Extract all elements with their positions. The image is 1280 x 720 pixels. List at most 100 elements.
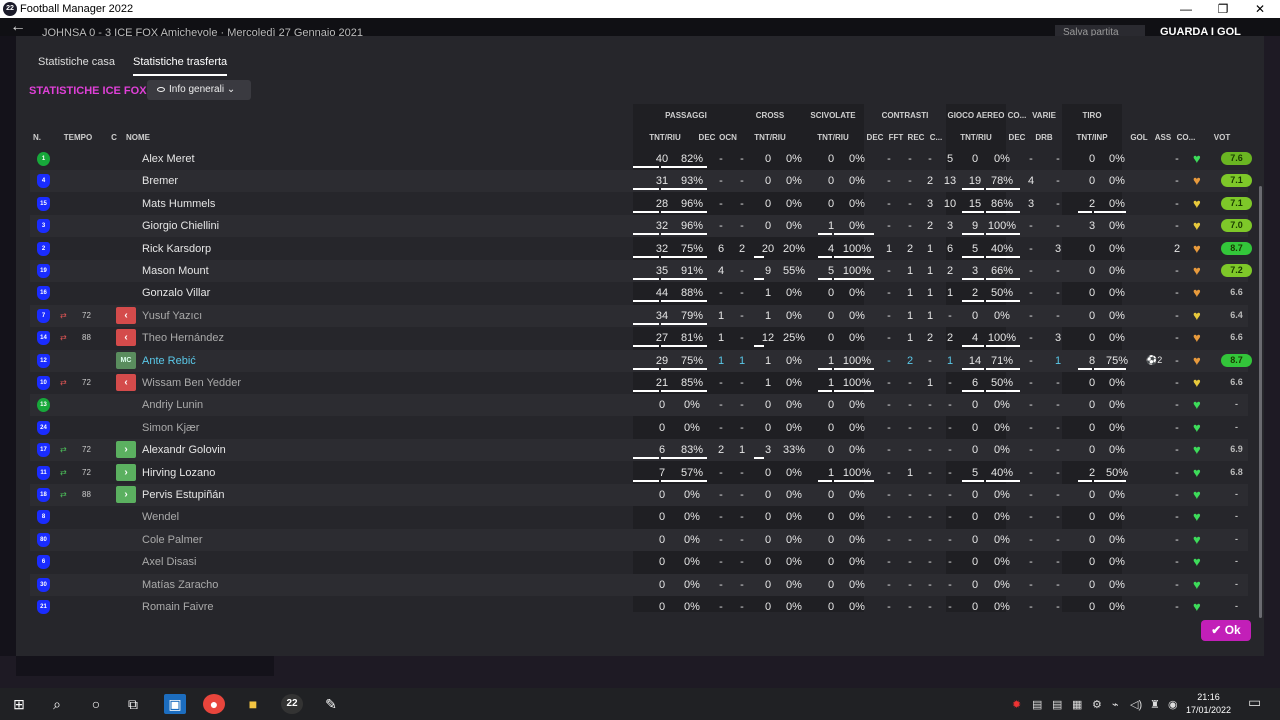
table-row[interactable]: 17 ⇄ 72 › Alexandr Golovin 6 83% 2 1 3 33% 0 0% - - - - 0… <box>30 439 1248 462</box>
tab-away-stats[interactable]: Statistiche trasferta <box>133 56 228 76</box>
save-game-button[interactable]: Salva partita <box>1055 25 1145 36</box>
tab-home-stats[interactable]: Statistiche casa <box>38 56 115 74</box>
player-name[interactable]: Yusuf Yazıcı <box>142 310 202 322</box>
player-name[interactable]: Alexandr Golovin <box>142 444 226 456</box>
football-manager-icon[interactable]: 22 <box>281 694 303 714</box>
player-name[interactable]: Pervis Estupiñán <box>142 489 225 501</box>
column-header[interactable]: TNT/INP <box>1062 133 1122 142</box>
task-view-icon[interactable]: ⧉ <box>122 694 144 714</box>
player-name[interactable]: Mats Hummels <box>142 198 215 210</box>
table-row[interactable]: 6 Axel Disasi 0 0% - - 0 0% 0 0% - - - - 0 0% - - 0 0% - ♥ - <box>30 551 1248 573</box>
table-row[interactable]: 80 Cole Palmer 0 0% - - 0 0% 0 0% - - - - 0 0% - - 0 0% - ♥ - <box>30 528 1248 551</box>
player-name[interactable]: Rick Karsdorp <box>142 243 211 255</box>
table-row[interactable]: 8 Wendel 0 0% - - 0 0% 0 0% - - - - 0 0% - - 0 0% - ♥ - <box>30 506 1248 528</box>
file-explorer-icon[interactable]: ■ <box>242 694 264 714</box>
player-name[interactable]: Matías Zaracho <box>142 579 218 591</box>
paint-icon[interactable]: ✎ <box>320 694 342 714</box>
stat-cell: - <box>948 377 952 389</box>
stat-cell: - <box>887 466 891 479</box>
table-row[interactable]: 16 Gonzalo Villar 44 88% - -1 0% 0 0% -1 1 1 2 50% - -0… <box>30 282 1248 304</box>
player-name[interactable]: Mason Mount <box>142 265 209 277</box>
tray-app-icon[interactable]: ⚙ <box>1092 698 1102 711</box>
table-row[interactable]: 1 Alex Meret 40 82% - - 0 0% 0 0% - - - 5 0 0% - - 0 0% - ♥ 7.… <box>30 148 1252 170</box>
column-header[interactable]: C <box>108 133 120 142</box>
back-arrow-icon[interactable]: ← <box>10 18 26 36</box>
player-name[interactable]: Romain Faivre <box>142 601 214 613</box>
stat-cell: 0% <box>849 444 865 457</box>
column-header[interactable]: N. <box>30 133 44 142</box>
watch-goals-button[interactable]: GUARDA I GOL <box>1160 26 1241 36</box>
table-row[interactable]: 2 Rick Karsdorp 32 75% 6 2 20 20% 4 100% 1 2 1 6 5 40% -… <box>30 238 1252 260</box>
column-header[interactable]: TNT/RIU <box>946 133 1006 142</box>
scrollbar[interactable] <box>1259 186 1262 618</box>
table-row[interactable]: 3 Giorgio Chiellini 32 96% - -0 0% 1 0% - -2 3 9 100%… <box>30 215 1252 238</box>
column-header[interactable]: OCN <box>717 133 739 142</box>
table-row[interactable]: 19 Mason Mount 35 91% 4-9 55% 5 100% -1 1 2 3 66% - -0… <box>30 260 1252 282</box>
player-name[interactable]: Theo Hernández <box>142 332 224 344</box>
stat-cell: 25% <box>782 332 806 345</box>
tray-app-icon[interactable]: ▤ <box>1052 698 1062 711</box>
column-header[interactable]: DRB <box>1030 133 1058 142</box>
column-header[interactable]: VOT <box>1206 133 1238 142</box>
table-row[interactable]: 21 Romain Faivre 0 0% - - 0 0% 0 0% - - - - 0 0% - - 0 0% - ♥… <box>30 596 1248 618</box>
table-row[interactable]: 10 ⇄ 72 ‹ Wissam Ben Yedder 21 85% - -1 0% 1 100% - -… <box>30 372 1248 394</box>
column-header[interactable]: DEC <box>697 133 717 142</box>
remote-desktop-icon[interactable]: ▣ <box>164 694 186 714</box>
column-header[interactable]: TNT/RIU <box>802 133 864 142</box>
steam-icon[interactable]: ◉ <box>1168 698 1178 711</box>
search-icon[interactable]: ⌕ <box>46 694 68 714</box>
maximize-button[interactable]: ❐ <box>1205 1 1241 17</box>
column-header[interactable]: CO... <box>1174 133 1198 142</box>
stat-cell: 83% <box>680 444 704 457</box>
group-header: SCIVOLATE <box>810 111 856 120</box>
column-header[interactable]: NOME <box>126 133 166 142</box>
player-name[interactable]: Hirving Lozano <box>142 467 215 479</box>
column-header[interactable]: TNT/RIU <box>633 133 697 142</box>
player-name[interactable]: Alex Meret <box>142 153 195 165</box>
substitution-icon: ⇄ <box>60 467 67 477</box>
table-row[interactable]: 7 ⇄ 72 ‹ Yusuf Yazıcı 34 79% 1-1 0% 0 0% -1 1-0 0% - -0… <box>30 304 1248 327</box>
column-header[interactable]: REC <box>906 133 926 142</box>
player-name[interactable]: Simon Kjær <box>142 422 199 434</box>
tray-app-icon[interactable]: ▦ <box>1072 698 1082 711</box>
view-dropdown[interactable]: Info generali ⌄ <box>147 80 251 100</box>
table-row[interactable]: 30 Matías Zaracho 0 0% - - 0 0% 0 0% - - - - 0 0% - - 0 0% -… <box>30 573 1248 596</box>
table-row[interactable]: 15 Mats Hummels 28 96% - - 0 0% 0 0% - - 3 10 15 86% 3 - 2… <box>30 193 1252 215</box>
notifications-icon[interactable]: ▭ <box>1248 694 1261 711</box>
player-name[interactable]: Axel Disasi <box>142 556 196 568</box>
player-name[interactable]: Wissam Ben Yedder <box>142 377 241 389</box>
tray-app-icon[interactable]: ▤ <box>1032 698 1042 711</box>
player-name[interactable]: Cole Palmer <box>142 534 203 546</box>
network-icon[interactable]: ⌁ <box>1112 698 1119 711</box>
cortana-icon[interactable]: ○ <box>85 694 107 714</box>
player-name[interactable]: Bremer <box>142 175 178 187</box>
player-name[interactable]: Giorgio Chiellini <box>142 220 219 232</box>
minimize-button[interactable]: — <box>1168 1 1204 17</box>
close-button[interactable]: ✕ <box>1242 1 1278 17</box>
chrome-icon[interactable]: ● <box>203 694 225 714</box>
table-row[interactable]: 24 Simon Kjær 0 0% - - 0 0% 0 0% - - - - 0 0% - - 0 0% - ♥ - <box>30 417 1248 439</box>
column-header[interactable]: TNT/RIU <box>738 133 802 142</box>
column-header[interactable]: DEC <box>864 133 886 142</box>
table-row[interactable]: 11 ⇄ 72 › Hirving Lozano 7 57% - - 0 0% 1 100% - 1 - - 5 4… <box>30 462 1248 484</box>
start-icon[interactable]: ⊞ <box>8 694 30 714</box>
player-name[interactable]: Ante Rebić <box>142 355 196 367</box>
tray-app-icon[interactable]: ✹ <box>1012 698 1021 711</box>
player-name[interactable]: Andriy Lunin <box>142 399 203 411</box>
table-row[interactable]: 12 MC Ante Rebić 29 75% 1 1 1 0% 1 100% -2-1 14 71% -1… <box>30 349 1252 372</box>
ok-button[interactable]: ✔ Ok <box>1201 620 1251 641</box>
volume-icon[interactable]: ◁) <box>1130 698 1142 711</box>
table-row[interactable]: 18 ⇄ 88 › Pervis Estupiñán 0 0% - - 0 0% 0 0% - - - - 0 0%… <box>30 484 1248 506</box>
table-row[interactable]: 4 Bremer 31 93% - - 0 0% 0 0% - - 2 13 19 78% 4 - 0 0% - ♥ 7.1 <box>30 170 1252 193</box>
stat-cell: 82% <box>680 153 704 165</box>
column-header[interactable]: TEMPO <box>60 133 96 142</box>
player-name[interactable]: Gonzalo Villar <box>142 287 210 299</box>
column-header[interactable]: DEC <box>1006 133 1028 142</box>
player-name[interactable]: Wendel <box>142 511 179 523</box>
table-row[interactable]: 14 ⇄ 88 ‹ Theo Hernández 27 81% 1-12 25% 0 0% -1 2 2 4… <box>30 327 1248 349</box>
column-header[interactable]: C... <box>926 133 946 142</box>
tray-app-icon[interactable]: ♜ <box>1150 698 1160 711</box>
column-header[interactable]: FFT <box>886 133 906 142</box>
table-row[interactable]: 13 Andriy Lunin 0 0% - - 0 0% 0 0% - - - - 0 0% - - 0 0% - ♥ - <box>30 394 1248 417</box>
column-header[interactable]: GOL <box>1130 133 1148 142</box>
